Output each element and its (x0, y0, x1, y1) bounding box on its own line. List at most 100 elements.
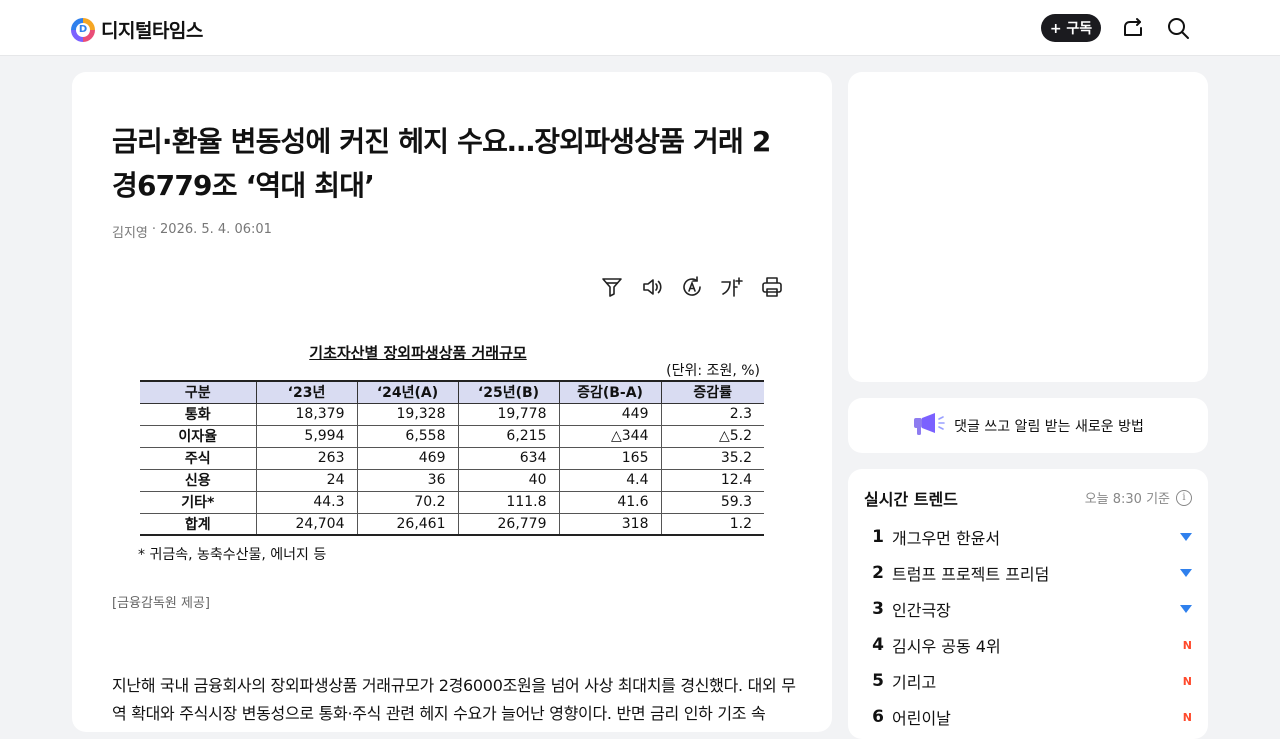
table-cell: 24 (255, 468, 358, 492)
image-credit: [금융감독원 제공] (112, 596, 210, 611)
trend-rank: 1 (872, 527, 884, 547)
trend-new-badge: N (1182, 638, 1192, 652)
trend-keyword[interactable]: 기리고 (892, 669, 1183, 693)
table-cell: 40 (457, 468, 560, 492)
table-cell: 26,461 (356, 512, 459, 536)
trend-item[interactable]: 4 김시우 공동 4위 N (864, 627, 1192, 663)
table-cell: 4.4 (558, 468, 662, 492)
table-cell: 18,379 (255, 402, 358, 426)
table-cell: 5,994 (255, 424, 358, 448)
megaphone-icon (912, 411, 946, 441)
trend-new-badge: N (1182, 674, 1192, 688)
table-cell: 469 (356, 446, 459, 470)
trend-item[interactable]: 2 트럼프 프로젝트 프리덤 (864, 555, 1192, 591)
trend-rank: 6 (872, 707, 884, 727)
trend-keyword[interactable]: 어린이날 (892, 705, 1183, 729)
data-table-figure: 기초자산별 장외파생상품 거래규모 (단위: 조원, %) 구분 ‘23년 ‘2… (138, 340, 764, 566)
table-cell: 36 (356, 468, 459, 492)
trend-keyword[interactable]: 인간극장 (892, 597, 1180, 621)
table-cell: 19,328 (356, 402, 459, 426)
row-label: 주식 (140, 446, 257, 470)
trend-keyword[interactable]: 김시우 공동 4위 (892, 633, 1183, 657)
article-title: 금리·환율 변동성에 커진 헤지 수요…장외파생상품 거래 2경6779조 ‘역… (112, 125, 771, 202)
trend-rank: 4 (872, 635, 884, 655)
table-cell: 41.6 (558, 490, 662, 514)
trend-item[interactable]: 6 어린이날 N (864, 699, 1192, 735)
table-row: 통화 18,379 19,328 19,778 449 2.3 (140, 402, 764, 426)
trend-rank: 5 (872, 671, 884, 691)
article-author[interactable]: 김지영 (112, 222, 148, 241)
table-cell: 44.3 (255, 490, 358, 514)
article-toolbar (600, 275, 784, 299)
logo-text: 디지털타임스 (101, 20, 203, 42)
trend-down-icon (1180, 533, 1192, 541)
info-icon[interactable]: i (1176, 489, 1192, 506)
table-cell: 19,778 (457, 402, 560, 426)
table-header: ‘23년 (255, 380, 358, 404)
translate-icon[interactable] (680, 275, 704, 299)
meta-separator: · (151, 222, 157, 237)
logo-icon: D (71, 17, 95, 42)
notice-text: 댓글 쓰고 알림 받는 새로운 방법 (954, 418, 1144, 435)
row-label: 통화 (140, 402, 257, 426)
ad-slot (848, 72, 1208, 382)
table-row: 기타* 44.3 70.2 111.8 41.6 59.3 (140, 490, 764, 514)
trend-item[interactable]: 5 기리고 N (864, 663, 1192, 699)
row-label: 신용 (140, 468, 257, 492)
table-cell: 263 (255, 446, 358, 470)
trend-rank: 2 (872, 563, 884, 583)
table-header-row: 구분 ‘23년 ‘24년(A) ‘25년(B) 증감(B-A) 증감률 (140, 380, 764, 404)
trend-time: 오늘 8:30 기준 i (1085, 488, 1192, 507)
article-date: 2026. 5. 4. 06:01 (160, 222, 272, 237)
figure-title: 기초자산별 장외파생상품 거래규모 (309, 344, 527, 362)
trend-keyword[interactable]: 트럼프 프로젝트 프리덤 (892, 561, 1180, 585)
speaker-icon[interactable] (640, 275, 664, 299)
table-row: 주식 263 469 634 165 35.2 (140, 446, 764, 470)
table-row: 신용 24 36 40 4.4 12.4 (140, 468, 764, 492)
trend-new-badge: N (1182, 710, 1192, 724)
table-cell: 318 (558, 512, 662, 536)
share-icon[interactable] (1121, 16, 1145, 40)
trend-item[interactable]: 3 인간극장 (864, 591, 1192, 627)
data-table: 구분 ‘23년 ‘24년(A) ‘25년(B) 증감(B-A) 증감률 통화 1… (140, 380, 764, 536)
trend-item[interactable]: 1 개그우먼 한윤서 (864, 519, 1192, 555)
site-logo[interactable]: D 디지털타임스 (71, 16, 203, 43)
table-cell: 1.2 (660, 512, 764, 536)
filter-icon[interactable] (600, 275, 624, 299)
table-cell: 449 (558, 402, 662, 426)
table-cell: 35.2 (660, 446, 764, 470)
table-cell: 59.3 (660, 490, 764, 514)
logo-letter: D (76, 22, 90, 37)
print-icon[interactable] (760, 275, 784, 299)
table-header: ‘25년(B) (457, 380, 560, 404)
table-cell: 24,704 (255, 512, 358, 536)
trend-time-label: 오늘 8:30 기준 (1084, 492, 1170, 507)
table-cell: 6,215 (457, 424, 560, 448)
table-header: 증감률 (660, 380, 764, 404)
trend-rank: 3 (872, 599, 884, 619)
subscribe-button[interactable]: + 구독 (1041, 14, 1101, 42)
trend-down-icon (1180, 605, 1192, 613)
table-cell: 26,779 (457, 512, 560, 536)
table-cell: 634 (457, 446, 560, 470)
table-cell: 12.4 (660, 468, 764, 492)
trend-down-icon (1180, 569, 1192, 577)
table-row: 이자율 5,994 6,558 6,215 △344 △5.2 (140, 424, 764, 448)
row-label: 기타* (140, 490, 257, 514)
row-label: 합계 (140, 512, 257, 536)
site-header: D 디지털타임스 + 구독 (0, 0, 1280, 56)
trend-title: 실시간 트렌드 (864, 490, 958, 509)
trend-keyword[interactable]: 개그우먼 한윤서 (892, 525, 1180, 549)
article-meta: 김지영 · 2026. 5. 4. 06:01 (112, 222, 272, 241)
figure-unit: (단위: 조원, %) (666, 363, 760, 379)
search-icon[interactable] (1166, 16, 1190, 40)
table-header: 구분 (140, 380, 257, 404)
table-header: 증감(B-A) (558, 380, 662, 404)
trend-list: 1 개그우먼 한윤서 2 트럼프 프로젝트 프리덤 3 인간극장 4 김시우 공… (864, 519, 1192, 735)
table-cell: △5.2 (660, 424, 764, 448)
comment-notice-banner[interactable]: 댓글 쓰고 알림 받는 새로운 방법 (848, 398, 1208, 453)
table-cell: 70.2 (356, 490, 459, 514)
realtime-trend-panel: 실시간 트렌드 오늘 8:30 기준 i 1 개그우먼 한윤서 2 트럼프 프로… (848, 469, 1208, 739)
figure-note: * 귀금속, 농축수산물, 에너지 등 (138, 547, 327, 563)
font-size-icon[interactable] (720, 275, 744, 299)
